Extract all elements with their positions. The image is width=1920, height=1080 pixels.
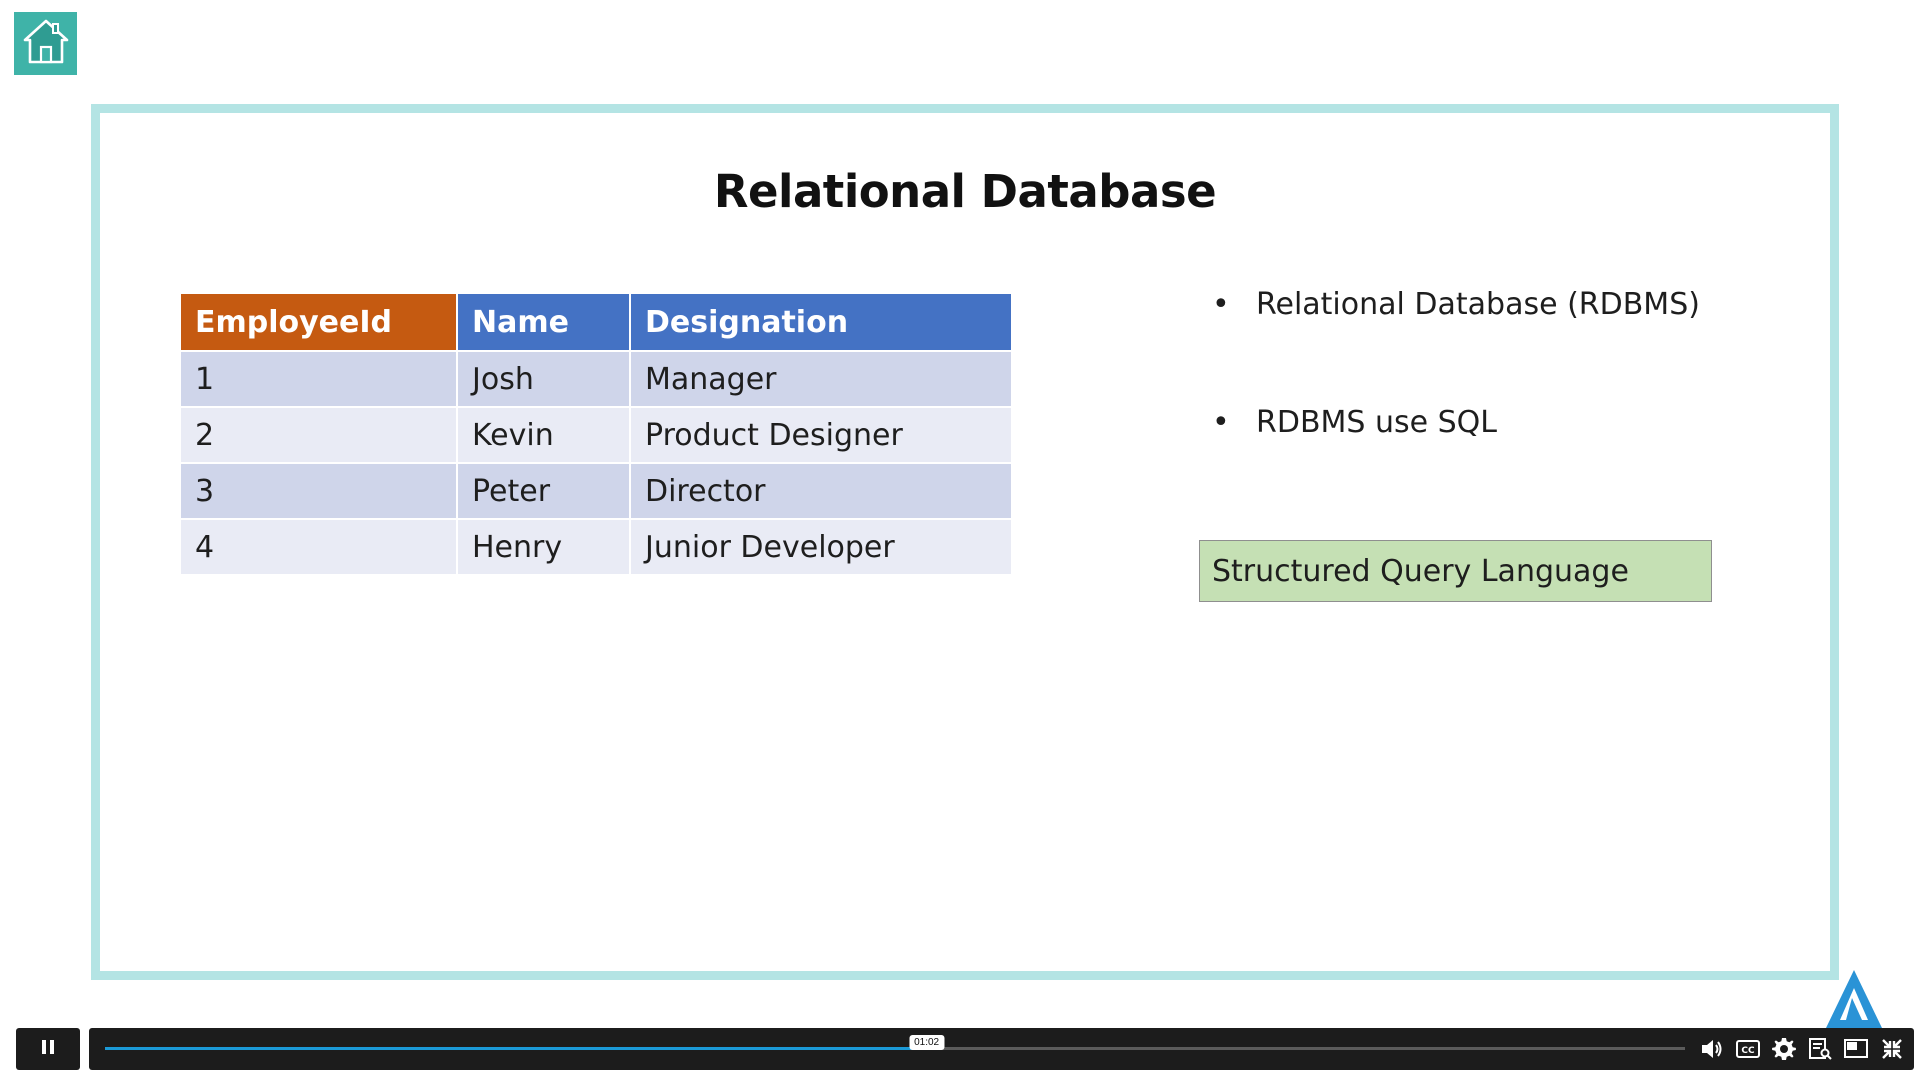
cell-designation: Product Designer <box>629 406 1013 464</box>
bullet-item: • RDBMS use SQL <box>1212 405 1497 440</box>
bullet-item: • Relational Database (RDBMS) <box>1212 287 1700 322</box>
exit-fullscreen-button[interactable] <box>1879 1036 1904 1061</box>
transcript-icon <box>1808 1037 1832 1060</box>
cell-name: Henry <box>456 518 631 576</box>
gear-icon <box>1771 1037 1796 1060</box>
svg-text:CC: CC <box>1741 1046 1755 1056</box>
table-row: 2 Kevin Product Designer <box>179 406 1013 464</box>
settings-button[interactable] <box>1771 1036 1796 1061</box>
picture-in-picture-icon <box>1843 1038 1868 1058</box>
bullet-text: Relational Database (RDBMS) <box>1256 287 1700 322</box>
pause-button[interactable] <box>16 1028 80 1070</box>
time-tooltip: 01:02 <box>909 1035 945 1050</box>
table-row: 3 Peter Director <box>179 462 1013 520</box>
bullet-dot: • <box>1212 405 1230 440</box>
cell-employeeid: 1 <box>179 350 458 408</box>
sql-definition-box: Structured Query Language <box>1199 540 1712 602</box>
control-icons: CC <box>1699 1036 1904 1061</box>
home-icon <box>21 16 71 71</box>
volume-icon <box>1701 1039 1721 1058</box>
cell-name: Peter <box>456 462 631 520</box>
cell-designation: Junior Developer <box>629 518 1013 576</box>
table-row: 4 Henry Junior Developer <box>179 518 1013 576</box>
cc-icon: CC <box>1735 1039 1760 1058</box>
slide: Relational Database EmployeeId Name Desi… <box>91 104 1839 980</box>
exit-fullscreen-icon <box>1881 1038 1902 1059</box>
column-header-employeeid: EmployeeId <box>179 292 458 352</box>
cell-designation: Director <box>629 462 1013 520</box>
captions-button[interactable]: CC <box>1735 1036 1760 1061</box>
column-header-designation: Designation <box>629 292 1013 352</box>
column-header-name: Name <box>456 292 631 352</box>
progress-bar[interactable]: 01:02 <box>105 1035 1685 1050</box>
pause-icon <box>41 1039 55 1060</box>
bullet-dot: • <box>1212 287 1230 322</box>
cell-employeeid: 2 <box>179 406 458 464</box>
progress-fill <box>105 1047 927 1050</box>
volume-button[interactable] <box>1699 1036 1724 1061</box>
cell-name: Josh <box>456 350 631 408</box>
cell-name: Kevin <box>456 406 631 464</box>
cell-employeeid: 3 <box>179 462 458 520</box>
table-header-row: EmployeeId Name Designation <box>179 292 1013 352</box>
slide-title: Relational Database <box>713 165 1217 218</box>
picture-in-picture-button[interactable] <box>1843 1036 1868 1061</box>
sql-definition-text: Structured Query Language <box>1212 553 1629 589</box>
logo-icon <box>1822 968 1886 1028</box>
transcript-button[interactable] <box>1807 1036 1832 1061</box>
bullet-text: RDBMS use SQL <box>1256 405 1497 440</box>
home-button[interactable] <box>14 12 77 75</box>
control-bar: 01:02 CC <box>89 1028 1914 1070</box>
employee-table: EmployeeId Name Designation 1 Josh Manag… <box>179 292 1013 576</box>
cell-employeeid: 4 <box>179 518 458 576</box>
video-controls: 01:02 CC <box>0 1028 1920 1072</box>
cell-designation: Manager <box>629 350 1013 408</box>
table-row: 1 Josh Manager <box>179 350 1013 408</box>
